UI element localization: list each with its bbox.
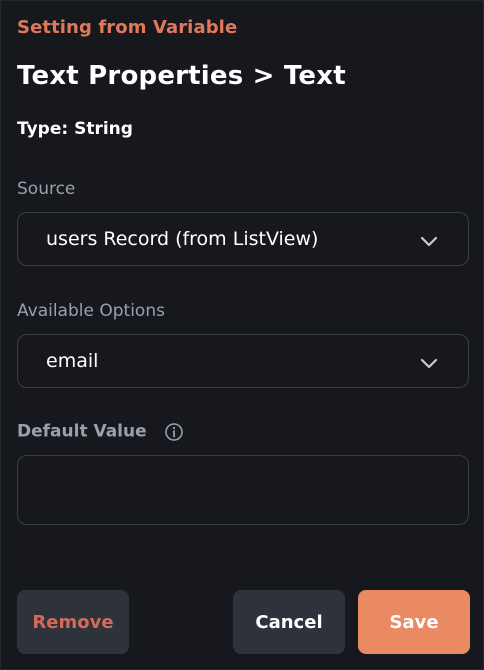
available-options-select[interactable]: email bbox=[17, 334, 469, 388]
default-value-label-row: Default Value bbox=[17, 421, 184, 445]
default-value-label: Default Value bbox=[17, 421, 147, 442]
available-options-label: Available Options bbox=[17, 301, 165, 321]
page-title: Text Properties > Text bbox=[17, 61, 346, 91]
source-label: Source bbox=[17, 179, 76, 199]
available-options-select-value: email bbox=[46, 350, 99, 372]
type-label: Type: String bbox=[17, 119, 133, 139]
source-select-value: users Record (from ListView) bbox=[46, 228, 319, 250]
chevron-down-icon bbox=[420, 358, 438, 369]
panel-eyebrow: Setting from Variable bbox=[17, 17, 238, 38]
remove-button[interactable]: Remove bbox=[17, 590, 129, 654]
save-button[interactable]: Save bbox=[358, 590, 470, 654]
cancel-button[interactable]: Cancel bbox=[233, 590, 345, 654]
variable-settings-panel: Setting from Variable Text Properties > … bbox=[0, 0, 484, 670]
info-icon[interactable] bbox=[164, 422, 184, 442]
chevron-down-icon bbox=[420, 236, 438, 247]
source-select[interactable]: users Record (from ListView) bbox=[17, 212, 469, 266]
default-value-input[interactable] bbox=[17, 455, 469, 525]
